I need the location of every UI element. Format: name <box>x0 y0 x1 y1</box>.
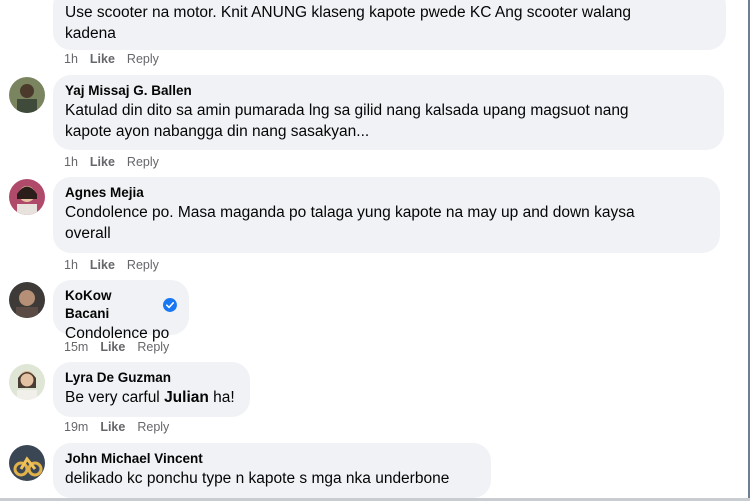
comment-text-line1: Use scooter na motor. Knit ANUNG klaseng… <box>65 4 632 21</box>
avatar[interactable] <box>9 179 45 215</box>
avatar[interactable] <box>9 282 45 318</box>
comment-author[interactable]: Yaj Missaj G. Ballen <box>65 82 712 100</box>
comment-author[interactable]: KoKow Bacani <box>65 287 177 323</box>
comment-bubble: KoKow Bacani Condolence po <box>53 280 189 342</box>
comment-time[interactable]: 1h <box>64 155 78 169</box>
comment-bubble: Agnes Mejia Condolence po. Masa maganda … <box>53 177 720 253</box>
avatar-photo <box>9 364 45 400</box>
reply-link[interactable]: Reply <box>137 420 169 434</box>
comment-bubble: Lyra De Guzman Be very carful Julian ha! <box>53 362 250 417</box>
comment-actions: 1h Like Reply <box>64 52 159 66</box>
comment-actions: 15m Like Reply <box>64 340 169 354</box>
comment-bubble: Use scooter na motor. Knit ANUNG klaseng… <box>53 0 726 50</box>
comment-actions: 1h Like Reply <box>64 258 159 272</box>
reply-link[interactable]: Reply <box>127 258 159 272</box>
like-link[interactable]: Like <box>100 420 125 434</box>
comment-bubble: John Michael Vincent delikado kc ponchu … <box>53 443 491 498</box>
comment-text: Be very carful Julian ha! <box>65 389 235 406</box>
mentioned-name[interactable]: Julian <box>164 389 209 406</box>
reply-link[interactable]: Reply <box>137 340 169 354</box>
like-link[interactable]: Like <box>90 52 115 66</box>
avatar[interactable] <box>9 445 45 481</box>
comment-actions: 19m Like Reply <box>64 420 169 434</box>
comment-text-line1: Katulad din dito sa amin pumarada lng sa… <box>65 102 629 119</box>
avatar-photo <box>9 445 45 481</box>
comment-time[interactable]: 15m <box>64 340 88 354</box>
avatar[interactable] <box>9 77 45 113</box>
comment-author[interactable]: John Michael Vincent <box>65 450 479 468</box>
comment-text-line2: overall <box>65 225 111 242</box>
comment-time[interactable]: 1h <box>64 258 78 272</box>
comment-bubble: Yaj Missaj G. Ballen Katulad din dito sa… <box>53 75 724 150</box>
like-link[interactable]: Like <box>90 155 115 169</box>
like-link[interactable]: Like <box>100 340 125 354</box>
verified-badge-icon <box>163 298 177 312</box>
comment-text-line1: delikado kc ponchu type n kapote s mga n… <box>65 470 450 487</box>
comment-text-line2: kapote ayon nabangga din nang sasakyan..… <box>65 123 370 140</box>
comment-actions: 1h Like Reply <box>64 155 159 169</box>
comment-time[interactable]: 1h <box>64 52 78 66</box>
comment-text-line2: kadena <box>65 25 116 42</box>
avatar-photo <box>9 77 45 113</box>
reply-link[interactable]: Reply <box>127 52 159 66</box>
comment-author[interactable]: Agnes Mejia <box>65 184 708 202</box>
avatar[interactable] <box>9 364 45 400</box>
comment-text-line1: Condolence po. Masa maganda po talaga yu… <box>65 204 635 221</box>
comment-author[interactable]: Lyra De Guzman <box>65 369 238 387</box>
reply-link[interactable]: Reply <box>127 155 159 169</box>
like-link[interactable]: Like <box>90 258 115 272</box>
avatar-photo <box>9 179 45 215</box>
comment-time[interactable]: 19m <box>64 420 88 434</box>
avatar-photo <box>9 282 45 318</box>
